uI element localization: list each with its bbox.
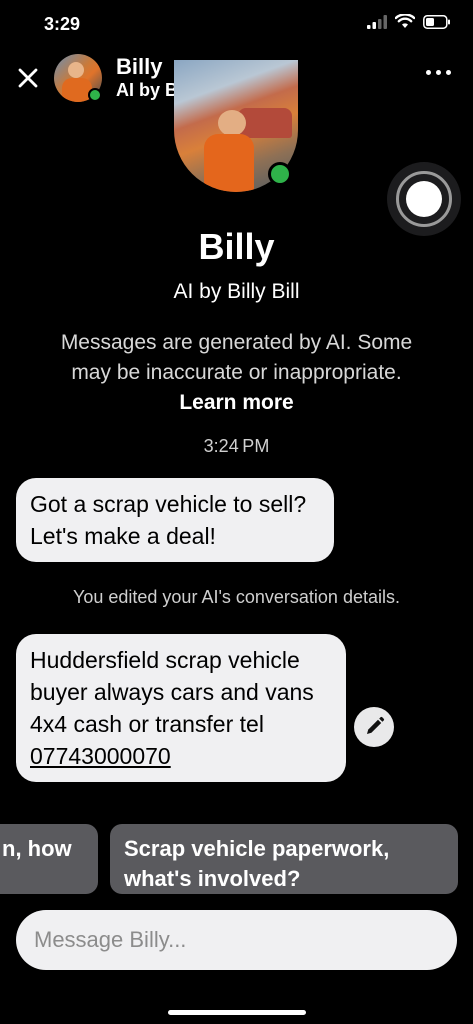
online-status-dot: [88, 88, 102, 102]
close-icon[interactable]: [14, 64, 42, 92]
home-indicator: [168, 1010, 306, 1015]
status-time: 3:29: [44, 14, 81, 34]
header-name[interactable]: Billy: [116, 54, 162, 80]
suggestion-chip[interactable]: Scrap vehicle paperwork, what's involved…: [110, 824, 458, 894]
disclaimer-text: Messages are generated by AI. Some may b…: [60, 331, 413, 384]
user-message-bubble: Huddersfield scrap vehicle buyer always …: [16, 634, 346, 782]
signal-icon: [367, 14, 387, 29]
phone-link[interactable]: 07743000070: [30, 740, 332, 772]
suggestion-chip[interactable]: n, how: [0, 824, 98, 894]
message-timestamp: 3:24 PM: [203, 436, 270, 456]
battery-icon: [423, 14, 450, 29]
profile-subtitle: AI by Billy Bill: [173, 280, 300, 303]
profile-name: Billy: [198, 226, 275, 267]
message-input[interactable]: [34, 927, 439, 953]
learn-more-link[interactable]: Learn more: [179, 391, 293, 414]
ai-disclaimer: Messages are generated by AI. Some may b…: [40, 328, 433, 418]
wifi-icon: [395, 14, 415, 28]
user-message-text: Huddersfield scrap vehicle buyer always …: [30, 647, 314, 737]
ai-message-bubble: Got a scrap vehicle to sell? Let's make …: [16, 478, 334, 562]
more-options-icon[interactable]: [426, 70, 451, 75]
pencil-icon: [367, 716, 385, 734]
edit-button[interactable]: [354, 707, 394, 747]
status-icons: [367, 14, 451, 29]
profile-online-dot: [268, 162, 292, 186]
status-bar: 3:29: [0, 0, 473, 50]
message-composer[interactable]: [16, 910, 457, 970]
floating-record-button[interactable]: [387, 162, 461, 236]
edit-notice: You edited your AI's conversation detail…: [73, 587, 400, 607]
